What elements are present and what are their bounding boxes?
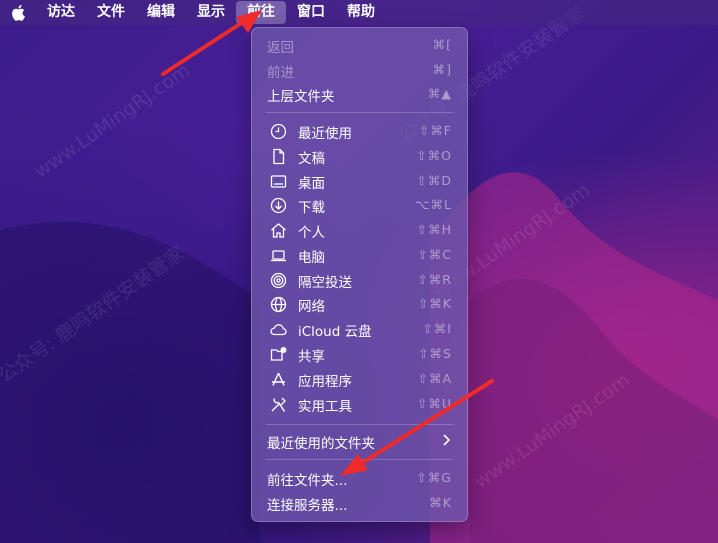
shortcut-label: ⇧⌘G	[416, 470, 452, 485]
go-menu-dropdown: 返回 ⌘[ 前进 ⌘] 上层文件夹 ⌘▲ 最近使用 ⇧⌘F 文稿 ⇧⌘O 桌面 …	[251, 27, 468, 522]
shortcut-label: ⇧⌘O	[416, 148, 452, 163]
menu-item-applications[interactable]: 应用程序 ⇧⌘A	[258, 367, 461, 391]
menu-help[interactable]: 帮助	[336, 1, 386, 24]
menu-item-home[interactable]: 个人 ⇧⌘H	[258, 218, 461, 242]
menu-edit[interactable]: 编辑	[136, 1, 186, 24]
globe-icon	[270, 296, 287, 313]
menu-item-label: 电脑	[298, 250, 325, 266]
menu-separator	[266, 424, 453, 425]
menu-item-label: 上层文件夹	[267, 89, 335, 105]
shortcut-label: ⇧⌘I	[422, 321, 452, 336]
menu-item-goto-folder[interactable]: 前往文件夹... ⇧⌘G	[258, 466, 461, 490]
shortcut-label: ⌘[	[432, 37, 452, 52]
menu-item-label: 前进	[267, 65, 294, 81]
shortcut-label: ⌘▲	[427, 86, 452, 101]
menu-item-label: 实用工具	[298, 399, 352, 415]
menu-item-downloads[interactable]: 下载 ⌥⌘L	[258, 193, 461, 217]
menu-item-enclosing-folder[interactable]: 上层文件夹 ⌘▲	[258, 82, 461, 106]
menu-item-label: 应用程序	[298, 374, 352, 390]
shortcut-label: ⇧⌘K	[417, 296, 452, 311]
shortcut-label: ⌘K	[429, 495, 452, 510]
menu-item-label: 最近使用的文件夹	[267, 436, 375, 452]
menu-item-documents[interactable]: 文稿 ⇧⌘O	[258, 144, 461, 168]
shortcut-label: ⇧⌘R	[417, 272, 452, 287]
menu-view[interactable]: 显示	[186, 1, 236, 24]
airdrop-icon	[270, 272, 287, 289]
menu-item-connect-server[interactable]: 连接服务器... ⌘K	[258, 491, 461, 515]
shortcut-label: ⌘]	[432, 62, 452, 77]
shortcut-label: ⇧⌘D	[416, 173, 452, 188]
chevron-right-icon	[441, 433, 451, 451]
menu-go[interactable]: 前往	[236, 1, 286, 24]
menu-item-label: 连接服务器...	[267, 498, 348, 514]
shortcut-label: ⇧⌘H	[416, 222, 452, 237]
applications-icon	[270, 371, 287, 388]
menu-window[interactable]: 窗口	[286, 1, 336, 24]
shortcut-label: ⌥⌘L	[415, 197, 452, 212]
shared-folder-icon	[270, 346, 287, 363]
shortcut-label: ⇧⌘C	[417, 247, 452, 262]
utilities-icon	[270, 396, 287, 413]
menu-item-recent-folders[interactable]: 最近使用的文件夹	[258, 429, 461, 453]
menu-item-icloud-drive[interactable]: iCloud 云盘 ⇧⌘I	[258, 317, 461, 341]
menu-finder[interactable]: 访达	[36, 1, 86, 24]
menu-item-label: 网络	[298, 299, 325, 315]
menu-item-desktop[interactable]: 桌面 ⇧⌘D	[258, 169, 461, 193]
menu-item-forward: 前进 ⌘]	[258, 58, 461, 82]
menu-item-label: iCloud 云盘	[298, 324, 372, 340]
document-icon	[270, 148, 287, 165]
menu-item-label: 文稿	[298, 151, 325, 167]
menu-item-label: 桌面	[298, 176, 325, 192]
laptop-icon	[270, 247, 287, 264]
clock-icon	[270, 123, 287, 140]
home-icon	[270, 222, 287, 239]
apple-icon[interactable]	[0, 0, 36, 25]
menu-item-label: 前往文件夹...	[267, 473, 348, 489]
shortcut-label: ⇧⌘F	[418, 123, 452, 138]
shortcut-label: ⇧⌘S	[418, 346, 452, 361]
download-icon	[270, 197, 287, 214]
menu-item-label: 个人	[298, 225, 325, 241]
menu-file[interactable]: 文件	[86, 1, 136, 24]
menu-item-shared[interactable]: 共享 ⇧⌘S	[258, 342, 461, 366]
menu-item-label: 隔空投送	[298, 275, 352, 291]
menu-separator	[266, 459, 453, 460]
desktop-icon	[270, 173, 287, 190]
menu-item-label: 共享	[298, 349, 325, 365]
menu-item-back: 返回 ⌘[	[258, 33, 461, 57]
menu-item-label: 返回	[267, 40, 294, 56]
menu-separator	[266, 112, 453, 113]
menu-item-network[interactable]: 网络 ⇧⌘K	[258, 292, 461, 316]
shortcut-label: ⇧⌘U	[416, 396, 452, 411]
menu-bar: 访达 文件 编辑 显示 前往 窗口 帮助	[0, 0, 718, 25]
cloud-icon	[270, 321, 287, 338]
menu-item-label: 最近使用	[298, 126, 352, 142]
menu-item-airdrop[interactable]: 隔空投送 ⇧⌘R	[258, 268, 461, 292]
menu-item-recents[interactable]: 最近使用 ⇧⌘F	[258, 119, 461, 143]
menu-item-computer[interactable]: 电脑 ⇧⌘C	[258, 243, 461, 267]
menu-item-utilities[interactable]: 实用工具 ⇧⌘U	[258, 392, 461, 416]
shortcut-label: ⇧⌘A	[417, 371, 452, 386]
menu-item-label: 下载	[298, 200, 325, 216]
